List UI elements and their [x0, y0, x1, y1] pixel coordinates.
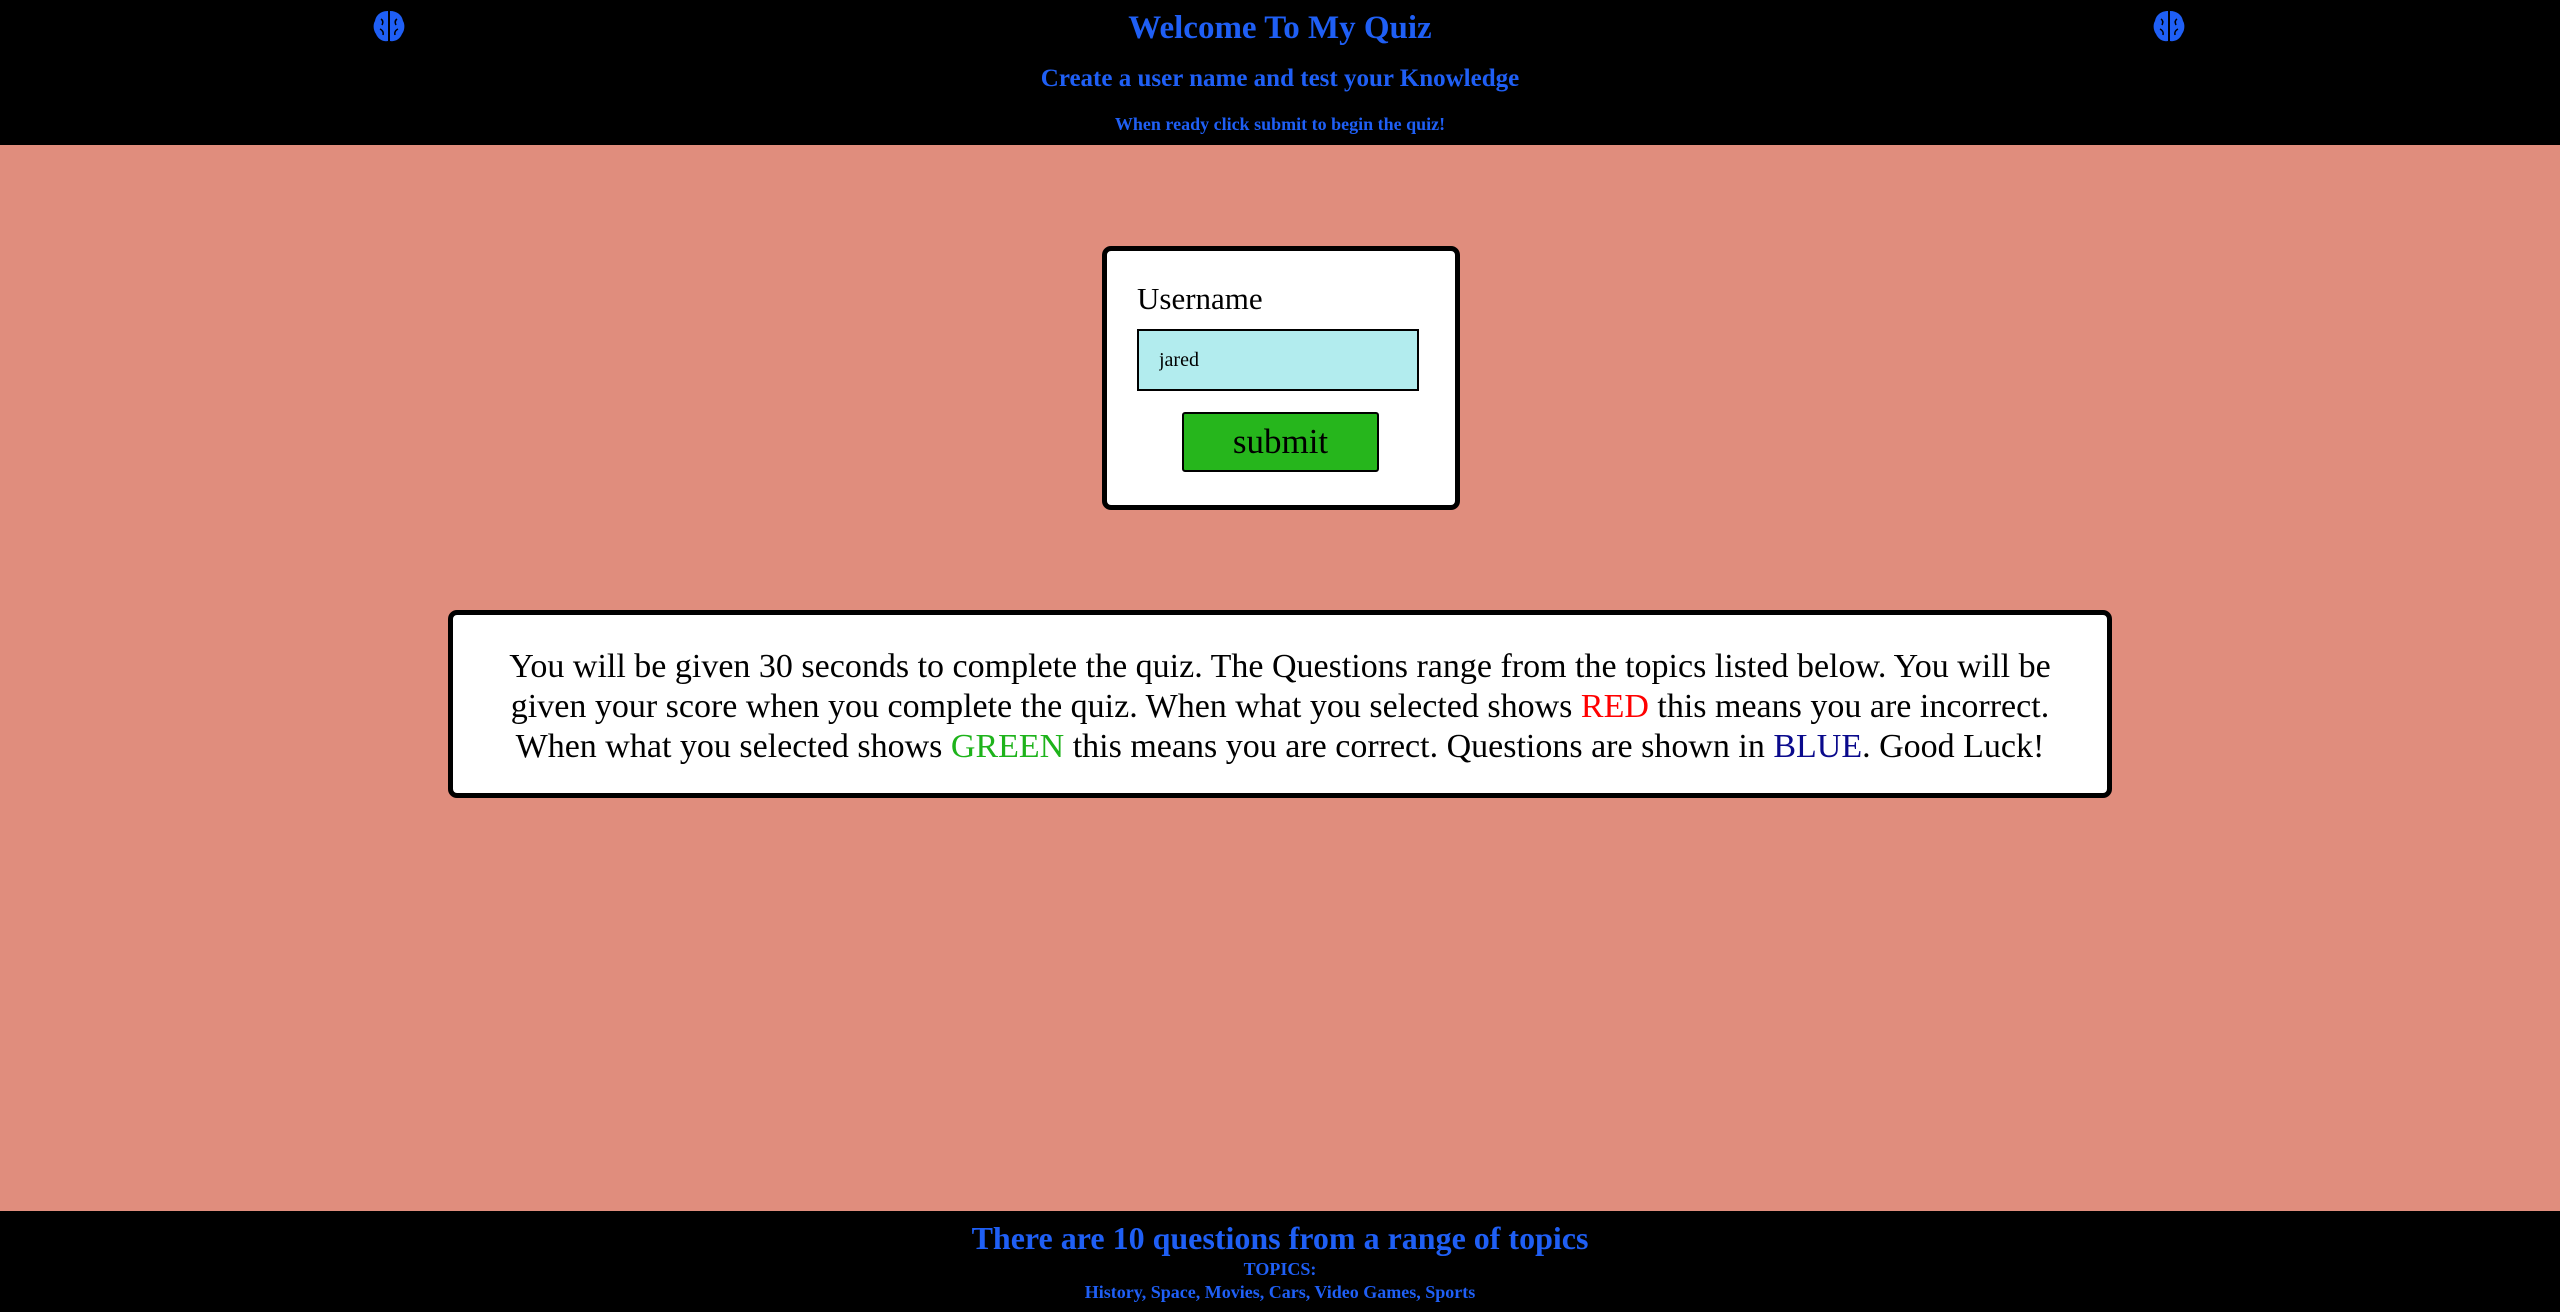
submit-button[interactable]: submit — [1182, 412, 1379, 472]
instructions-text: You will be given 30 seconds to complete… — [483, 647, 2077, 767]
page-header: Welcome To My Quiz Create a user name an… — [0, 0, 2560, 145]
page-instruction: When ready click submit to begin the qui… — [1114, 114, 1446, 134]
instructions-part4: . Good Luck! — [1862, 728, 2045, 765]
instructions-card: You will be given 30 seconds to complete… — [448, 610, 2112, 798]
footer-title: There are 10 questions from a range of t… — [971, 1220, 1589, 1256]
topics-list: History, Space, Movies, Cars, Video Game… — [1084, 1282, 1476, 1302]
username-label: Username — [1137, 281, 1263, 316]
green-word: GREEN — [950, 728, 1065, 765]
page-subtitle: Create a user name and test your Knowled… — [1040, 65, 1520, 92]
blue-word: BLUE — [1773, 728, 1863, 765]
red-word: RED — [1580, 688, 1649, 725]
brain-icon — [2153, 11, 2185, 42]
page-footer: There are 10 questions from a range of t… — [0, 1211, 2560, 1312]
username-input[interactable] — [1137, 329, 1419, 391]
topics-label: TOPICS: — [1243, 1259, 1317, 1279]
instructions-part3: this means you are correct. Questions ar… — [1064, 728, 1774, 765]
login-card: Username submit — [1102, 246, 1460, 510]
